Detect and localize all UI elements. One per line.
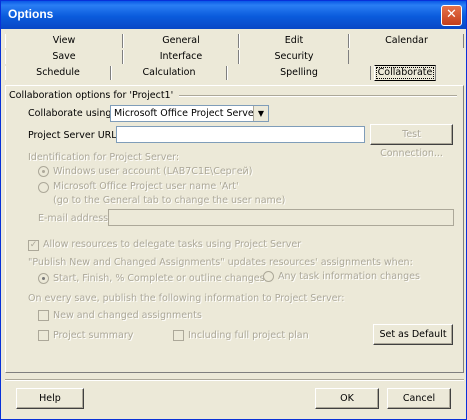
tab-row-front: View General Edit Calendar [5, 34, 464, 48]
allow-delegate-label: Allow resources to delegate tasks using … [43, 239, 302, 250]
tab-row-middle: Save Interface Security [5, 50, 464, 64]
project-server-url-label: Project Server URL: [28, 130, 120, 141]
on-every-save-label: On every save, publish the following inf… [28, 293, 345, 304]
window-title: Options [8, 7, 54, 21]
tab-security[interactable]: Security [239, 50, 349, 64]
options-dialog: Options ✕ View General Edit Calendar Sav… [0, 0, 467, 420]
email-label: E-mail address: [38, 213, 112, 224]
tab-calculation[interactable]: Calculation [111, 66, 227, 80]
project-summary-checkbox[interactable] [38, 330, 49, 341]
collaborate-using-label: Collaborate using: [28, 108, 115, 119]
tab-interface[interactable]: Interface [123, 50, 239, 64]
any-task-label: Any task information changes [278, 271, 420, 282]
tab-strip: View General Edit Calendar Save Interfac… [5, 30, 464, 84]
ms-project-user-label: Microsoft Office Project user name 'Art' [53, 181, 239, 192]
collaborate-using-value: Microsoft Office Project Server [114, 108, 258, 119]
tab-calendar[interactable]: Calendar [349, 34, 464, 48]
publish-updates-label: "Publish New and Changed Assignments" up… [28, 257, 413, 268]
new-changed-checkbox[interactable] [38, 310, 49, 321]
including-full-checkbox[interactable] [173, 330, 184, 341]
ms-project-user-radio[interactable] [38, 182, 49, 193]
section-title: Collaboration options for 'Project1' [9, 90, 174, 101]
start-finish-label: Start, Finish, % Complete or outline cha… [53, 273, 265, 284]
help-button[interactable]: Help [16, 388, 84, 409]
ms-project-user-hint: (go to the General tab to change the use… [53, 195, 286, 206]
title-bar[interactable]: Options ✕ [1, 1, 466, 29]
chevron-down-icon[interactable]: ▼ [253, 106, 268, 121]
identification-label: Identification for Project Server: [28, 152, 180, 163]
tab-row-back: Schedule Calculation Spelling Collaborat… [5, 65, 464, 81]
project-summary-label: Project summary [53, 330, 134, 341]
new-changed-label: New and changed assignments [53, 310, 202, 321]
project-server-url-input[interactable] [116, 126, 365, 143]
tab-general[interactable]: General [123, 34, 239, 48]
start-finish-radio[interactable] [38, 273, 49, 284]
test-connection-button[interactable]: Test Connection... [370, 124, 453, 159]
tab-view[interactable]: View [5, 34, 123, 48]
set-as-default-button[interactable]: Set as Default [373, 324, 453, 345]
tab-edit[interactable]: Edit [239, 34, 349, 48]
windows-account-radio[interactable] [38, 166, 49, 177]
section-divider [179, 95, 457, 97]
ok-button[interactable]: OK [315, 388, 379, 409]
email-input[interactable] [108, 209, 454, 226]
tab-schedule[interactable]: Schedule [5, 66, 111, 80]
windows-account-label: Windows user account (LAB7C1E\Сергей) [53, 166, 253, 177]
allow-delegate-checkbox[interactable]: ✓ [28, 240, 39, 251]
footer-divider [5, 379, 464, 381]
tab-spelling[interactable]: Spelling [227, 66, 371, 80]
tab-collaborate[interactable]: Collaborate [374, 65, 436, 81]
tab-save[interactable]: Save [5, 50, 123, 64]
any-task-radio[interactable] [263, 271, 274, 282]
close-button[interactable]: ✕ [441, 5, 462, 26]
cancel-button[interactable]: Cancel [387, 388, 451, 409]
collaborate-using-select[interactable]: Microsoft Office Project Server ▼ [110, 105, 269, 122]
including-full-label: Including full project plan [188, 330, 309, 341]
